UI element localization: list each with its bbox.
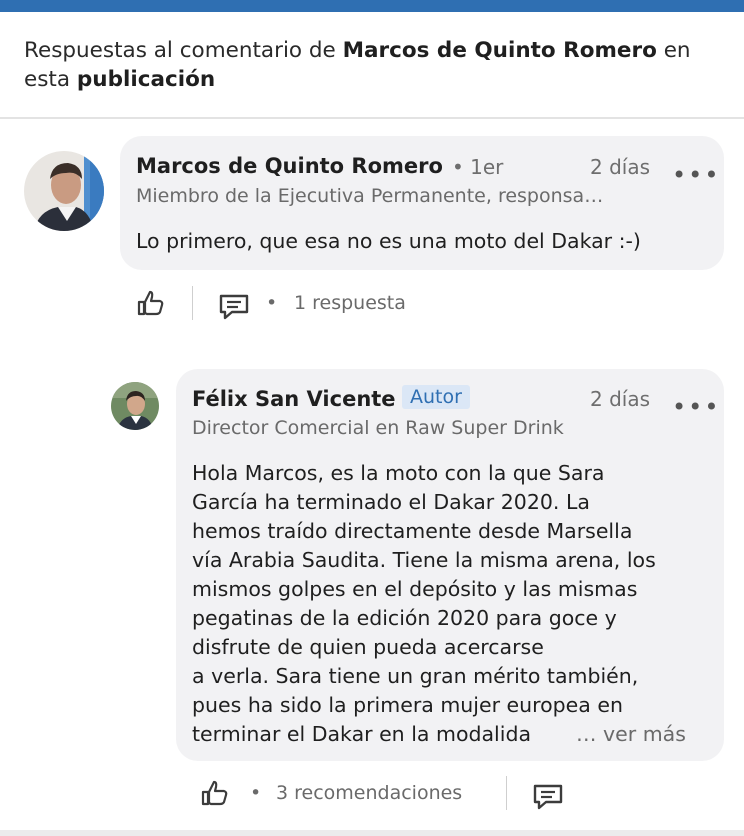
reply-author-headline: Director Comercial en Raw Super Drink xyxy=(192,417,564,439)
reply-button-icon[interactable] xyxy=(218,293,250,321)
header-author[interactable]: Marcos de Quinto Romero xyxy=(343,38,657,63)
reply-text-line: terminar el Dakar en la modalida xyxy=(192,722,532,746)
avatar[interactable] xyxy=(111,382,159,430)
comment-connection-degree: • 1er xyxy=(452,155,504,179)
reactions-count-link[interactable]: 3 recomendaciones xyxy=(276,782,462,804)
header-middle: en xyxy=(656,38,691,63)
comment-author-name[interactable]: Marcos de Quinto Romero xyxy=(136,154,443,178)
reply-author-name[interactable]: Félix San Vicente xyxy=(192,387,396,411)
like-button-icon[interactable] xyxy=(136,288,166,318)
bottom-divider xyxy=(0,830,744,836)
reply-text-line: Hola Marcos, es la moto con la que Sara xyxy=(192,461,605,485)
reply-text-line: García ha terminado el Dakar 2020. La xyxy=(192,490,590,514)
avatar[interactable] xyxy=(24,151,104,231)
action-separator xyxy=(506,776,507,810)
reply-button-icon[interactable] xyxy=(532,783,564,811)
reply-text-line-last: terminar el Dakar en la modalida … ver m… xyxy=(192,720,712,749)
header-prefix: Respuestas al comentario de xyxy=(24,38,343,63)
author-badge: Autor xyxy=(402,385,470,409)
reply-timestamp: 2 días xyxy=(590,387,651,411)
reply-text-line: disfrute de quien pueda acercarse xyxy=(192,635,544,659)
top-accent-bar xyxy=(0,0,744,12)
replies-count-link[interactable]: 1 respuesta xyxy=(294,292,406,314)
reply-text-line: vía Arabia Saudita. Tiene la misma arena… xyxy=(192,548,656,572)
like-button-icon[interactable] xyxy=(200,778,230,808)
reply-more-options-icon[interactable]: ••• xyxy=(672,395,720,419)
action-separator xyxy=(192,286,193,320)
reply-text-line: pegatinas de la edición 2020 para goce y xyxy=(192,606,617,630)
reply-text-line: a verla. Sara tiene un gran mérito tambi… xyxy=(192,664,639,688)
see-more-link[interactable]: … ver más xyxy=(576,720,686,749)
reply-text-line: hemos traído directamente desde Marsella xyxy=(192,519,633,543)
header-line2-prefix: esta xyxy=(24,67,77,92)
header-post-link[interactable]: publicación xyxy=(77,67,215,92)
comment-more-options-icon[interactable]: ••• xyxy=(672,163,720,187)
reply-text-line: mismos golpes en el depósito y las misma… xyxy=(192,577,638,601)
reactions-separator-dot: • xyxy=(250,782,262,804)
reply-text: Hola Marcos, es la moto con la que Sara … xyxy=(192,459,712,749)
header-divider xyxy=(0,117,744,119)
comment-author-headline: Miembro de la Ejecutiva Permanente, resp… xyxy=(136,185,604,207)
replies-separator-dot: • xyxy=(266,292,278,314)
page-header: Respuestas al comentario de Marcos de Qu… xyxy=(24,36,724,94)
reply-text-line: pues ha sido la primera mujer europea en xyxy=(192,693,623,717)
avatar-photo-marcos xyxy=(24,151,104,231)
comment-timestamp: 2 días xyxy=(590,155,651,179)
avatar-photo-felix xyxy=(111,382,159,430)
comment-text: Lo primero, que esa no es una moto del D… xyxy=(136,229,641,253)
